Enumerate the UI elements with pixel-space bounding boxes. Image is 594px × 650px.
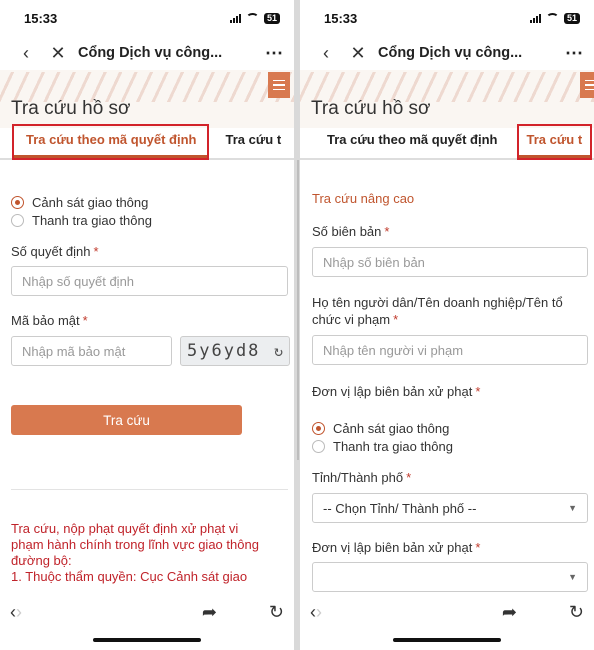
chevron-left-icon[interactable]: ‹ [310,43,342,64]
issuing-unit-label: Đơn vị lập biên bản xử phạt * [312,384,481,399]
issuing-unit-select[interactable]: ▼ [312,562,588,592]
province-select[interactable]: -- Chọn Tỉnh/ Thành phố -- ▼ [312,493,588,523]
header-banner: Tra cứu hồ sơ [0,70,294,128]
battery-icon: 51 [563,12,580,24]
page-title: Tra cứu hồ sơ [311,98,431,119]
search-tabs: Tra cứu theo mã quyết định Tra cứu t [0,124,294,160]
radio-icon[interactable] [11,213,24,227]
refresh-icon[interactable]: ↻ [274,342,283,360]
wifi-icon [545,13,559,23]
chevron-left-icon[interactable]: ‹ [10,43,42,64]
share-icon[interactable]: ➦ [202,602,217,623]
security-code-input[interactable]: Nhập mã bảo mật [11,336,172,366]
hamburger-menu-icon[interactable] [580,72,594,98]
browser-bottom-bar: ‹ › ➦ ↻ [300,600,594,650]
search-button[interactable]: Tra cứu [11,405,242,435]
captcha-image: 5y6yd8 ↻ [180,336,290,366]
security-code-label: Mã bảo mật * [11,313,88,328]
home-indicator [393,638,501,642]
status-time: 15:33 [324,10,358,26]
radio-checked-icon[interactable] [312,421,325,435]
close-icon[interactable]: ✕ [342,43,374,64]
decision-number-label: Số quyết định * [11,244,99,259]
page-title: Tra cứu hồ sơ [11,98,131,119]
issuing-unit-label-2: Đơn vị lập biên bản xử phạt * [312,540,481,555]
province-label: Tỉnh/Thành phố * [312,470,412,485]
nav-title: Cổng Dịch vụ công... [378,45,523,61]
divider [11,489,288,490]
radio-option-inspector[interactable]: Thanh tra giao thông [312,437,453,455]
hamburger-menu-icon[interactable] [268,72,290,98]
chevron-down-icon: ▼ [568,572,577,582]
browser-nav-bar: ‹ ✕ Cổng Dịch vụ công... ⋯ [0,36,294,70]
radio-option-police[interactable]: Cảnh sát giao thông [11,193,152,211]
notice-text: Tra cứu, nộp phạt quyết định xử phạt vi … [11,521,259,584]
browser-bottom-bar: ‹ › ➦ ↻ [0,600,294,650]
tab-by-decision[interactable]: Tra cứu theo mã quyết định [327,126,498,158]
violator-label: Họ tên người dân/Tên doanh nghiệp/Tên tổ… [312,295,563,327]
tab-advanced[interactable]: Tra cứu t [516,124,593,160]
status-bar: 15:33 51 [300,0,594,36]
share-icon[interactable]: ➦ [502,602,517,623]
record-number-label: Số biên bản * [312,224,390,239]
home-indicator [93,638,201,642]
reload-icon[interactable]: ↻ [569,602,584,623]
radio-option-inspector[interactable]: Thanh tra giao thông [11,211,152,229]
record-number-input[interactable]: Nhập số biên bản [312,247,588,277]
captcha-text: 5y6yd8 [187,341,261,361]
forward-icon[interactable]: › [316,602,322,623]
wifi-icon [245,13,259,23]
tab-advanced[interactable]: Tra cứu t [226,126,282,158]
search-tabs: Tra cứu theo mã quyết định Tra cứu t [300,124,594,160]
close-icon[interactable]: ✕ [42,43,74,64]
decision-number-input[interactable]: Nhập số quyết định [11,266,288,296]
forward-icon[interactable]: › [16,602,22,623]
status-bar: 15:33 51 [0,0,294,36]
chevron-down-icon: ▼ [568,503,577,513]
radio-option-police[interactable]: Cảnh sát giao thông [312,419,453,437]
radio-checked-icon[interactable] [11,195,24,209]
reload-icon[interactable]: ↻ [269,602,284,623]
agency-radio-group: Cảnh sát giao thông Thanh tra giao thông [312,419,453,455]
more-icon[interactable]: ⋯ [254,43,284,64]
battery-icon: 51 [263,12,280,24]
more-icon[interactable]: ⋯ [554,43,584,64]
signal-icon [229,13,241,23]
signal-icon [529,13,541,23]
phone-screen-left: 15:33 51 ‹ ✕ Cổng Dịch vụ công... ⋯ Tra … [0,0,294,650]
radio-icon[interactable] [312,439,325,453]
scrollbar [297,160,299,460]
tab-by-decision[interactable]: Tra cứu theo mã quyết định [12,124,209,160]
phone-screen-right: 15:33 51 ‹ ✕ Cổng Dịch vụ công... ⋯ Tra … [300,0,594,650]
status-time: 15:33 [24,10,58,26]
violator-name-input[interactable]: Nhập tên người vi phạm [312,335,588,365]
browser-nav-bar: ‹ ✕ Cổng Dịch vụ công... ⋯ [300,36,594,70]
agency-radio-group: Cảnh sát giao thông Thanh tra giao thông [11,193,152,229]
section-title: Tra cứu nâng cao [312,191,415,206]
header-banner: Tra cứu hồ sơ [300,70,594,128]
nav-title: Cổng Dịch vụ công... [78,45,223,61]
